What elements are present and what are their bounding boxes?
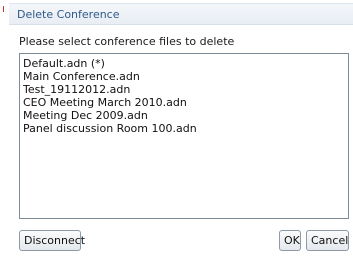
delete-conference-dialog: Delete Conference Please select conferen… (0, 0, 353, 258)
list-item-file[interactable]: Meeting Dec 2009.adn (23, 109, 348, 122)
instruction-text: Please select conference files to delete (19, 35, 235, 48)
dialog-title-bar: Delete Conference (9, 3, 353, 25)
dialog-title: Delete Conference (17, 8, 120, 21)
list-item-file[interactable]: Main Conference.adn (23, 70, 348, 83)
list-item-file[interactable]: CEO Meeting March 2010.adn (23, 96, 348, 109)
list-item-file[interactable]: Test_19112012.adn (23, 83, 348, 96)
cancel-button[interactable]: Cancel (306, 230, 349, 251)
disconnect-button[interactable]: Disconnect (19, 230, 85, 251)
edge-marker (3, 6, 4, 12)
conference-file-list[interactable]: Default.adn (*) Main Conference.adn Test… (19, 53, 349, 219)
list-item-file[interactable]: Panel discussion Room 100.adn (23, 122, 348, 135)
list-item-file[interactable]: Default.adn (*) (23, 57, 348, 70)
ok-button[interactable]: OK (279, 230, 301, 251)
